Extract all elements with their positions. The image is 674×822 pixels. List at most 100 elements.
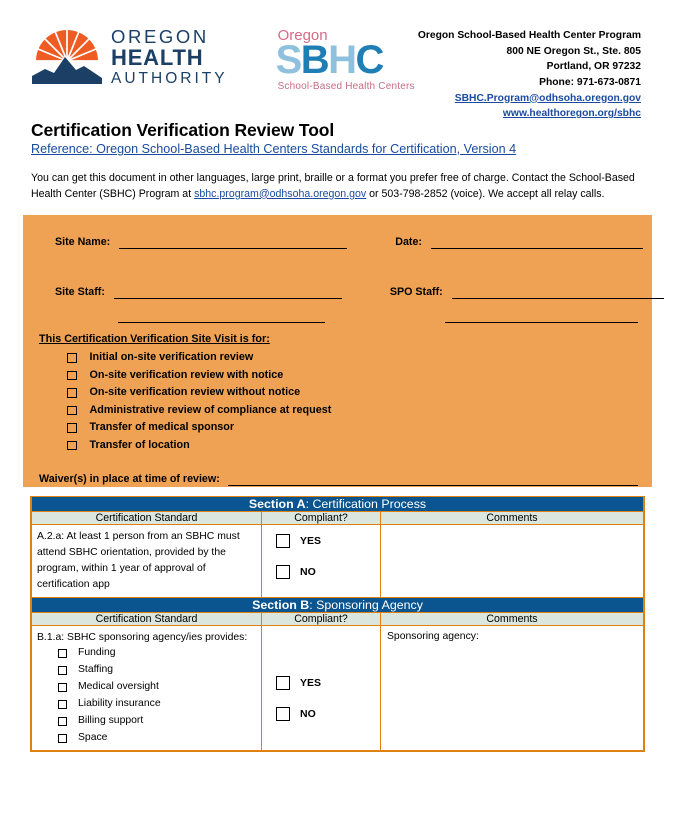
visit-option-without-notice[interactable]: On-site verification review without noti… <box>67 384 638 401</box>
visit-option-initial[interactable]: Initial on-site verification review <box>67 349 638 366</box>
sub-item-label: Liability insurance <box>78 697 161 709</box>
visit-option-label: Transfer of location <box>89 438 190 451</box>
certification-table-wrapper: Section A: Certification Process Certifi… <box>30 496 645 753</box>
visit-option-transfer-location[interactable]: Transfer of location <box>67 437 638 454</box>
title-block: Certification Verification Review Tool R… <box>0 120 674 202</box>
site-name-field: Site Name: <box>55 235 348 250</box>
yes-option[interactable]: YES <box>276 534 380 549</box>
contact-street: 800 NE Oregon St., Ste. 805 <box>506 45 641 57</box>
compliant-cell-a2a: YES NO <box>261 524 381 598</box>
visit-option-label: Administrative review of compliance at r… <box>89 403 332 416</box>
date-input[interactable] <box>430 235 643 250</box>
no-option[interactable]: NO <box>276 565 380 580</box>
page-header: OREGON HEALTH AUTHORITY Oregon SBHC Scho… <box>0 0 674 119</box>
visit-option-label: Transfer of medical sponsor <box>89 421 235 434</box>
sub-item-label: Medical oversight <box>78 681 159 693</box>
sub-item-label: Funding <box>78 647 116 659</box>
sub-item-label: Billing support <box>78 714 144 726</box>
visit-option-label: On-site verification review with notice <box>89 368 284 381</box>
section-b-name: : Sponsoring Agency <box>309 597 423 612</box>
checkbox-icon[interactable] <box>276 675 290 690</box>
sub-item-staffing[interactable]: Staffing <box>58 662 257 679</box>
site-staff-input[interactable] <box>113 285 342 300</box>
sub-item-label: Staffing <box>78 664 114 676</box>
contact-website-link[interactable]: www.healthoregon.org/sbhc <box>503 108 641 119</box>
visit-option-administrative[interactable]: Administrative review of compliance at r… <box>67 402 638 419</box>
column-header-standard: Certification Standard <box>31 611 262 626</box>
oha-wordmark: OREGON HEALTH AUTHORITY <box>111 27 228 87</box>
waiver-label: Waiver(s) in place at time of review: <box>39 473 220 486</box>
sbhc-word-oregon: Oregon <box>277 27 328 44</box>
contact-city: Portland, OR 97232 <box>546 61 641 73</box>
visit-option-with-notice[interactable]: On-site verification review with notice <box>67 367 638 384</box>
sbhc-tagline: School-Based Health Centers <box>277 81 415 92</box>
notice-text-part2: or 503-798-2852 (voice). We accept all r… <box>366 187 605 200</box>
sub-item-space[interactable]: Space <box>58 730 257 747</box>
section-header-b: Section B: Sponsoring Agency <box>31 596 644 613</box>
reference-link[interactable]: Reference: Oregon School-Based Health Ce… <box>31 142 652 156</box>
date-label: Date: <box>395 236 422 249</box>
visit-purpose-heading: This Certification Verification Site Vis… <box>39 333 270 346</box>
checkbox-icon[interactable] <box>58 683 67 693</box>
sbhc-logo: Oregon SBHC School-Based Health Centers <box>276 28 415 92</box>
sub-item-medical-oversight[interactable]: Medical oversight <box>58 679 257 696</box>
standard-text-b1a: B.1.a: SBHC sponsoring agency/ies provid… <box>37 631 248 643</box>
checkbox-icon[interactable] <box>67 388 77 398</box>
no-option[interactable]: NO <box>276 706 380 721</box>
oregon-health-authority-logo: OREGON HEALTH AUTHORITY <box>32 26 228 88</box>
standard-cell-b1a: B.1.a: SBHC sponsoring agency/ies provid… <box>31 624 262 752</box>
sbhc-wordmark: SBHC <box>275 38 385 82</box>
site-staff-label: Site Staff: <box>55 286 105 299</box>
waiver-input[interactable] <box>227 472 638 487</box>
visit-option-label: Initial on-site verification review <box>89 351 254 364</box>
contact-block: Oregon School-Based Health Center Progra… <box>418 18 658 122</box>
notice-email-link[interactable]: sbhc.program@odhsoha.oregon.gov <box>194 188 366 200</box>
date-field: Date: <box>395 235 643 250</box>
visit-option-transfer-sponsor[interactable]: Transfer of medical sponsor <box>67 419 638 436</box>
checkbox-icon[interactable] <box>67 440 77 451</box>
checkbox-icon[interactable] <box>276 565 290 580</box>
spo-staff-label: SPO Staff: <box>389 286 443 299</box>
oha-sunburst-mountain-icon <box>32 26 102 88</box>
spo-staff-input[interactable] <box>451 285 664 300</box>
section-a-label: Section A <box>248 497 306 512</box>
checkbox-icon[interactable] <box>58 716 67 726</box>
waiver-field: Waiver(s) in place at time of review: <box>39 472 638 487</box>
no-label: NO <box>300 707 316 720</box>
compliant-cell-b1a: YES NO <box>261 624 381 752</box>
site-staff-spo-staff-row: Site Staff: SPO Staff: <box>39 285 664 300</box>
checkbox-icon[interactable] <box>67 405 77 416</box>
accessibility-notice: You can get this document in other langu… <box>31 171 641 202</box>
checkbox-icon[interactable] <box>58 699 67 709</box>
comments-cell-a2a[interactable] <box>380 524 644 598</box>
comments-cell-b1a[interactable]: Sponsoring agency: <box>380 624 644 752</box>
sub-item-liability-insurance[interactable]: Liability insurance <box>58 696 257 713</box>
yes-label: YES <box>300 535 322 548</box>
checkbox-icon[interactable] <box>58 733 67 743</box>
oha-word-health: HEALTH <box>111 45 204 70</box>
table-row: A.2.a: At least 1 person from an SBHC mu… <box>31 524 644 598</box>
spo-staff-input-line2[interactable] <box>445 309 638 324</box>
site-name-label: Site Name: <box>55 236 111 249</box>
section-header-a: Section A: Certification Process <box>31 496 644 513</box>
checkbox-icon[interactable] <box>276 706 290 721</box>
checkbox-icon[interactable] <box>58 666 67 676</box>
checkbox-icon[interactable] <box>67 370 77 381</box>
no-label: NO <box>300 566 316 579</box>
yes-option[interactable]: YES <box>276 675 380 690</box>
page-title: Certification Verification Review Tool <box>31 120 335 140</box>
checkbox-icon[interactable] <box>58 649 67 659</box>
checkbox-icon[interactable] <box>276 534 290 549</box>
column-header-row-b: Certification Standard Compliant? Commen… <box>31 611 644 626</box>
sub-item-funding[interactable]: Funding <box>58 645 257 662</box>
site-name-input[interactable] <box>119 235 348 250</box>
column-header-comments: Comments <box>380 611 644 626</box>
sub-item-billing-support[interactable]: Billing support <box>58 713 257 730</box>
column-header-compliant: Compliant? <box>261 511 381 526</box>
checkbox-icon[interactable] <box>67 423 77 433</box>
site-staff-input-line2[interactable] <box>118 309 326 324</box>
checkbox-icon[interactable] <box>67 353 77 363</box>
contact-email-link[interactable]: SBHC.Program@odhsoha.oregon.gov <box>455 93 641 104</box>
visit-option-label: On-site verification review without noti… <box>89 386 301 399</box>
section-a-name: : Certification Process <box>305 497 427 512</box>
